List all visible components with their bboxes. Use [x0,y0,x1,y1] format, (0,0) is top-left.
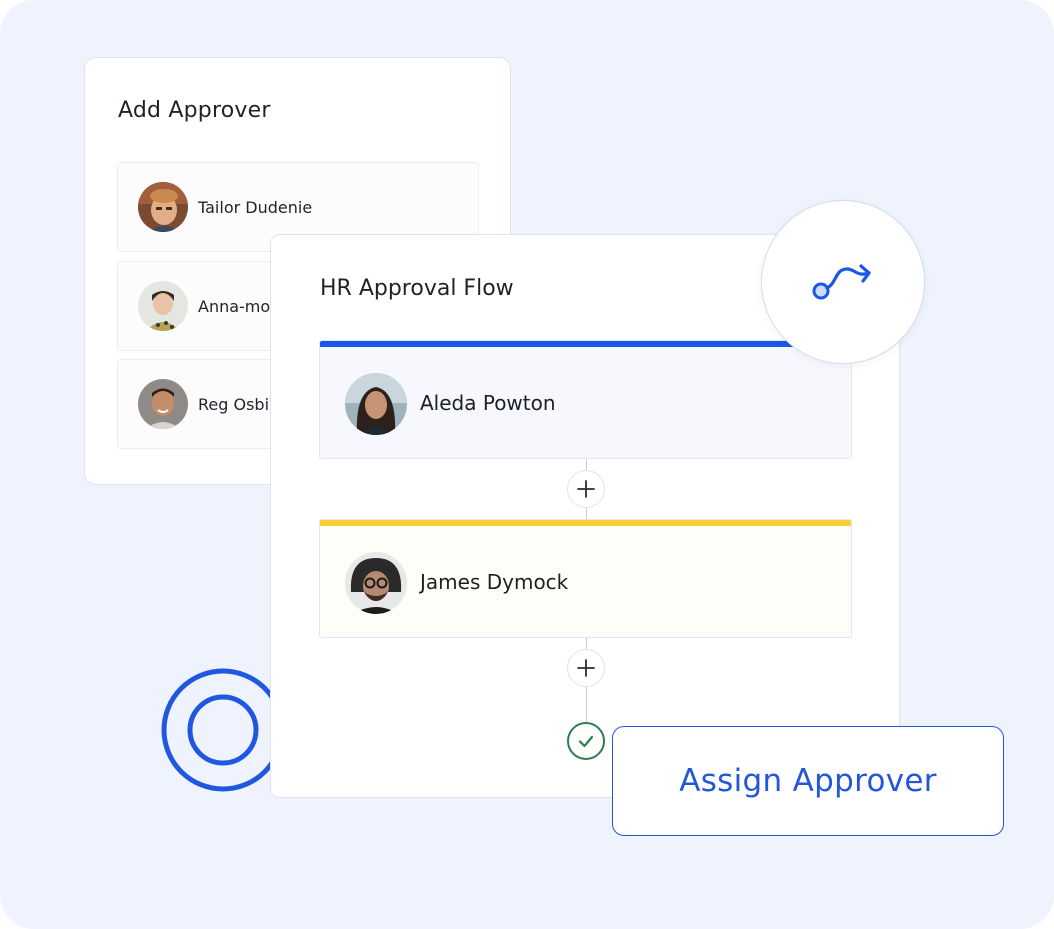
plus-icon [577,659,595,677]
stage-accent-bar [320,341,851,347]
approver-name: Anna-mo [198,296,271,316]
route-icon [812,264,871,300]
stage-approver-name: Aleda Powton [420,391,556,415]
assign-approver-button[interactable]: Assign Approver [612,726,1004,836]
avatar [138,182,188,232]
approver-name: Reg Osbi [198,394,270,414]
avatar [345,373,407,435]
add-approver-title: Add Approver [118,98,271,123]
flow-stage-aleda[interactable]: Aleda Powton [319,340,852,459]
plus-icon [577,480,595,498]
flow-title: HR Approval Flow [320,276,514,301]
target-rings-icon [161,668,285,792]
avatar [345,552,407,614]
flow-stage-james[interactable]: James Dymock [319,519,852,638]
stage-accent-bar [320,520,851,526]
stage-approver-name: James Dymock [420,570,569,594]
add-step-button[interactable] [567,470,605,508]
route-icon-button[interactable] [761,200,925,364]
avatar [138,379,188,429]
canvas-background: Add Approver Tailor Dudenie Anna-mo Reg … [0,0,1054,929]
check-icon [578,735,594,748]
add-step-button[interactable] [567,649,605,687]
flow-complete-button[interactable] [567,722,605,760]
avatar [138,281,188,331]
approver-name: Tailor Dudenie [198,197,313,217]
